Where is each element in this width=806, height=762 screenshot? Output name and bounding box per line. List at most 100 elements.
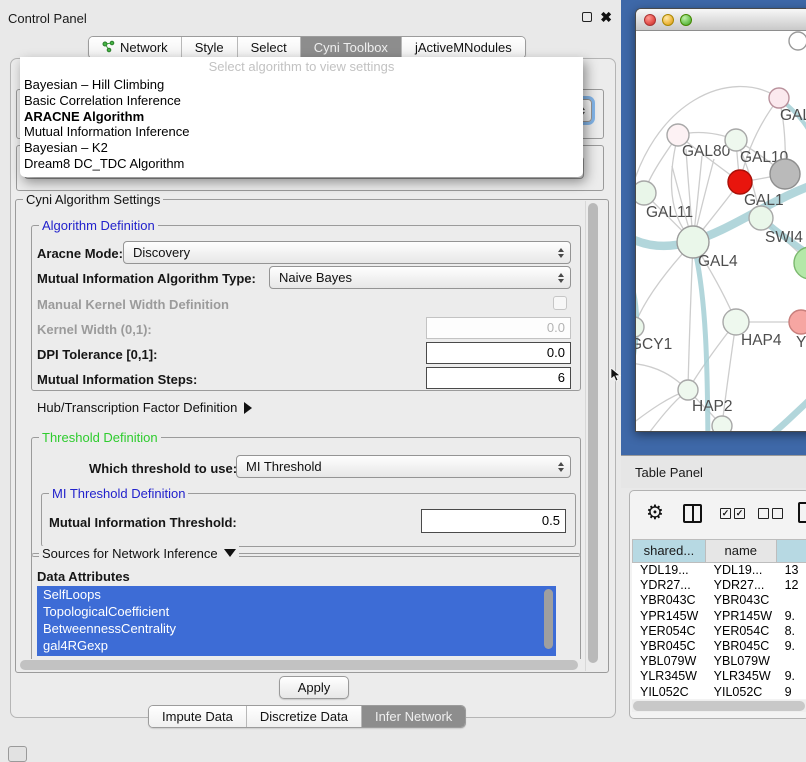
algorithm-option[interactable]: Basic Correlation Inference [20, 93, 583, 109]
network-node-salmon-y[interactable] [789, 310, 806, 334]
float-window-icon[interactable] [582, 12, 592, 22]
table-row[interactable]: YIL052CYIL052C9 [632, 685, 806, 700]
deselect-all-checkboxes-icon[interactable] [758, 508, 783, 519]
attribute-list-item[interactable]: gal4RGexp [37, 637, 556, 654]
network-window[interactable]: GALGAL80GAL10GAL1GAL11SWI4GAL4GCY1HAP4YH… [635, 8, 806, 432]
which-threshold-value: MI Threshold [246, 459, 322, 474]
table-cell: YDL19... [706, 563, 777, 578]
tab-select[interactable]: Select [238, 37, 301, 58]
table-cell: YBR043C [632, 593, 706, 608]
settings-hscrollbar-thumb[interactable] [20, 660, 578, 670]
tab-jactivemnodules[interactable]: jActiveMNodules [402, 37, 525, 58]
window-close-icon[interactable] [644, 14, 656, 26]
apply-button[interactable]: Apply [279, 676, 349, 699]
table-cell: YER054C [706, 624, 777, 639]
mi-steps-field[interactable]: 6 [426, 367, 571, 389]
table-row[interactable]: YDR27...YDR27...12 [632, 578, 806, 593]
network-window-titlebar[interactable] [636, 9, 806, 31]
settings-vscrollbar-thumb[interactable] [588, 203, 598, 663]
attribute-list-item[interactable]: TopologicalCoefficient [37, 603, 556, 620]
table-column-header[interactable]: name [706, 539, 777, 563]
settings-group-title: Cyni Algorithm Settings [23, 192, 163, 207]
algorithm-option[interactable]: Dream8 DC_TDC Algorithm [20, 156, 583, 172]
stepper-icon [558, 462, 564, 472]
network-node-swi4[interactable] [749, 206, 773, 230]
data-attributes-listbox[interactable]: SelfLoopsTopologicalCoefficientBetweenne… [37, 586, 556, 656]
table-panel-title: Table Panel [635, 465, 703, 480]
select-all-checkboxes-icon[interactable]: ✓✓ [720, 508, 745, 519]
listbox-scrollbar[interactable] [544, 589, 553, 649]
network-node-label: GAL4 [698, 253, 738, 270]
tab-style[interactable]: Style [182, 37, 238, 58]
tab-discretize-data-label: Discretize Data [260, 709, 348, 724]
algorithm-option[interactable]: Bayesian – Hill Climbing [20, 77, 583, 93]
network-node-gcy1[interactable] [636, 317, 644, 337]
table-hscrollbar-thumb[interactable] [633, 701, 805, 711]
tab-cyni-toolbox-label: Cyni Toolbox [314, 40, 388, 55]
tab-infer-network[interactable]: Infer Network [362, 706, 465, 727]
network-node-gal-pink[interactable] [769, 88, 789, 108]
settings-hscrollbar[interactable] [18, 659, 584, 672]
mi-threshold-field[interactable]: 0.5 [421, 509, 566, 533]
settings-vscrollbar[interactable] [585, 201, 599, 671]
network-node-gal10[interactable] [725, 129, 747, 151]
table-hscrollbar[interactable] [632, 700, 806, 712]
mi-type-combo[interactable]: Naive Bayes [269, 266, 571, 289]
document-icon[interactable] [798, 502, 806, 523]
network-node-gray-node[interactable] [770, 159, 800, 189]
aracne-mode-combo[interactable]: Discovery [123, 241, 571, 264]
tab-impute-data-label: Impute Data [162, 709, 233, 724]
network-node-label: HAP4 [741, 332, 782, 349]
algorithm-option[interactable]: Bayesian – K2 [20, 140, 583, 156]
dpi-tolerance-field[interactable]: 0.0 [426, 342, 571, 364]
gear-icon[interactable]: ⚙ [646, 503, 664, 523]
collapsed-panel-button[interactable] [8, 746, 27, 762]
hub-definition-toggle[interactable]: Hub/Transcription Factor Definition [37, 400, 252, 415]
network-node-gal11[interactable] [636, 181, 656, 205]
mi-threshold-group-title: MI Threshold Definition [49, 486, 188, 501]
table-column-header[interactable] [777, 539, 806, 563]
table-cell: YBL079W [632, 654, 706, 669]
table-cell: 12 [777, 578, 806, 593]
window-minimize-icon[interactable] [662, 14, 674, 26]
kernel-width-field[interactable]: 0.0 [426, 317, 571, 339]
network-node-top-partial[interactable] [789, 32, 806, 50]
close-icon[interactable]: ✖ [600, 9, 612, 26]
attribute-list-item[interactable]: BetweennessCentrality [37, 620, 556, 637]
collapse-down-icon [224, 549, 236, 557]
network-edge[interactable] [688, 242, 693, 390]
tab-cyni-toolbox[interactable]: Cyni Toolbox [301, 37, 402, 58]
which-threshold-combo[interactable]: MI Threshold [236, 455, 571, 478]
algorithm-option[interactable]: Mutual Information Inference [20, 124, 583, 140]
table-row[interactable]: YLR345WYLR345W9. [632, 669, 806, 684]
tab-discretize-data[interactable]: Discretize Data [247, 706, 362, 727]
network-node-bottom-node[interactable] [712, 416, 732, 432]
algorithm-option[interactable]: ARACNE Algorithm [20, 109, 583, 125]
network-canvas[interactable]: GALGAL80GAL10GAL1GAL11SWI4GAL4GCY1HAP4YH… [636, 31, 806, 432]
table-row[interactable]: YBR043CYBR043C [632, 593, 806, 608]
columns-icon[interactable] [683, 504, 702, 523]
network-node-gal1[interactable] [728, 170, 752, 194]
aracne-mode-value: Discovery [133, 245, 190, 260]
table-row[interactable]: YDL19...YDL19...13 [632, 563, 806, 578]
tab-network-label: Network [120, 40, 168, 55]
network-edge[interactable] [728, 383, 806, 432]
network-node-hap2[interactable] [678, 380, 698, 400]
table-cell: YBR043C [706, 593, 777, 608]
table-row[interactable]: YER054CYER054C8. [632, 624, 806, 639]
network-node-green-right[interactable] [794, 247, 806, 279]
network-node-label: GAL11 [646, 204, 693, 221]
network-node-label: SWI4 [765, 229, 803, 246]
table-cell: 9. [777, 609, 806, 624]
tab-network[interactable]: Network [89, 37, 182, 58]
threshold-definition-title: Threshold Definition [39, 430, 161, 445]
attribute-list-item[interactable]: SelfLoops [37, 586, 556, 603]
table-row[interactable]: YBL079WYBL079W [632, 654, 806, 669]
table-column-header[interactable]: shared... [632, 539, 706, 563]
table-row[interactable]: YBR045CYBR045C9. [632, 639, 806, 654]
window-zoom-icon[interactable] [680, 14, 692, 26]
manual-kernel-checkbox[interactable] [553, 296, 567, 310]
table-row[interactable]: YPR145WYPR145W9. [632, 609, 806, 624]
tab-impute-data[interactable]: Impute Data [149, 706, 247, 727]
table-cell: YLR345W [706, 669, 777, 684]
